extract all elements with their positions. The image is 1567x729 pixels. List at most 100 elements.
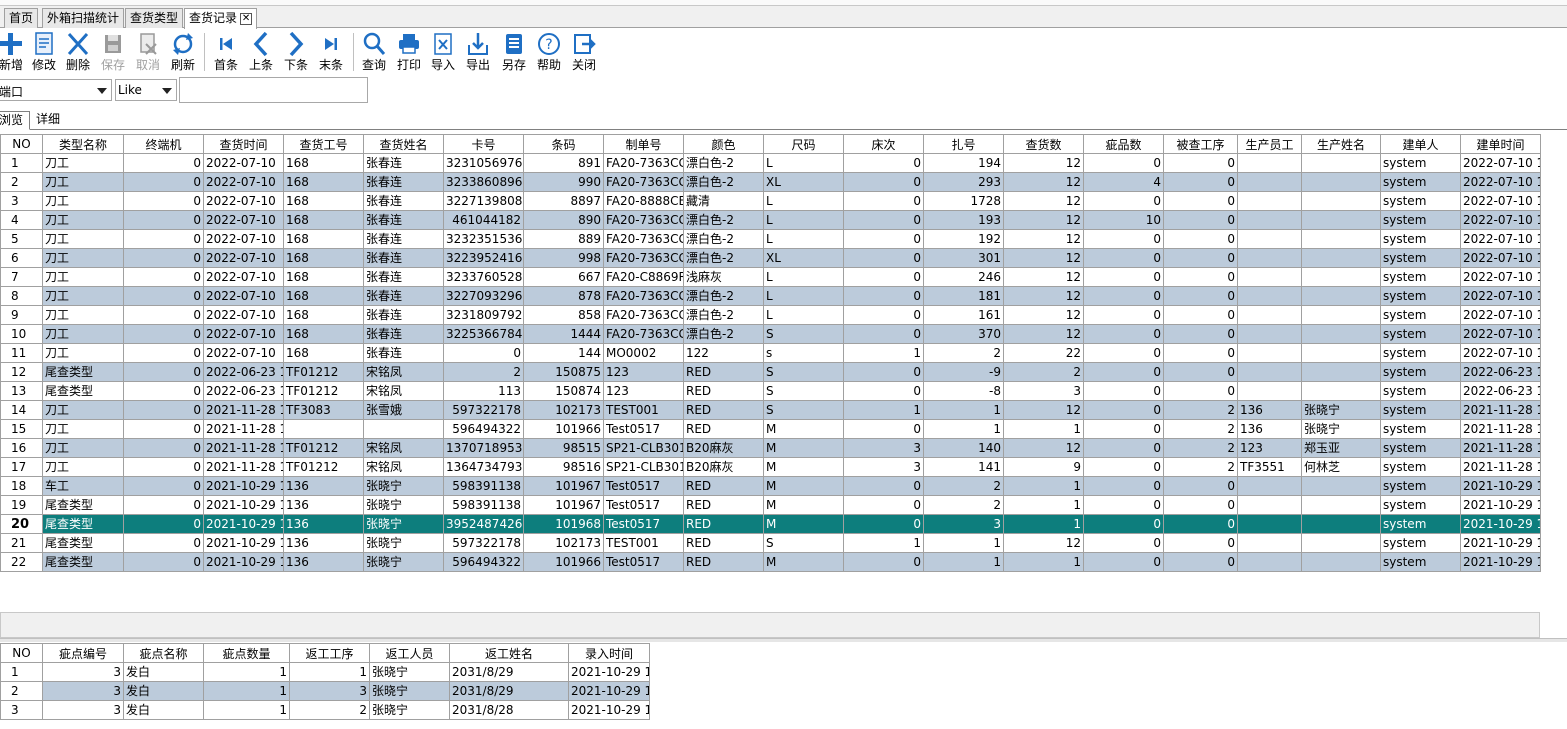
table-cell[interactable]: S [763,362,844,382]
table-cell[interactable]: 漂白色-2 [683,324,764,344]
table-cell[interactable]: XL [763,172,844,192]
table-cell[interactable]: 刀工 [42,229,124,249]
table-cell[interactable]: 1 [1003,495,1084,515]
table-cell[interactable]: system [1380,495,1461,515]
table-cell[interactable]: 596494322 [443,552,524,572]
table-cell[interactable]: RED [683,552,764,572]
table-cell[interactable]: 0 [843,153,924,173]
column-header[interactable]: 被查工序 [1163,134,1238,154]
table-cell[interactable]: FA20-7363CG [603,210,684,230]
table-cell[interactable]: 0 [1083,267,1164,287]
table-cell[interactable]: S [763,324,844,344]
table-cell[interactable]: SP21-CLB301- [603,457,684,477]
table-cell[interactable]: TEST001 [603,400,684,420]
table-cell[interactable]: 0 [123,172,204,192]
table-cell[interactable]: 122 [683,343,764,363]
table-cell[interactable]: 12 [1003,191,1084,211]
table-cell[interactable]: system [1380,381,1461,401]
table-cell[interactable]: 刀工 [42,248,124,268]
table-cell[interactable]: 0 [1083,153,1164,173]
table-cell[interactable]: 123 [603,362,684,382]
table-cell[interactable]: 0 [123,495,204,515]
row-number-cell[interactable]: 14 [0,400,43,420]
column-header[interactable]: 床次 [843,134,924,154]
table-cell[interactable]: 858 [523,305,604,325]
table-cell[interactable]: 123 [1237,438,1302,458]
table-cell[interactable]: 郑玉亚 [1301,438,1381,458]
chevron-down-icon[interactable] [162,88,172,94]
table-cell[interactable]: 2022-07-10 [203,248,284,268]
row-number-cell[interactable]: 6 [0,248,43,268]
table-cell[interactable] [1237,362,1302,382]
table-cell[interactable]: 2 [443,362,524,382]
table-cell[interactable]: 2021-10-29 1 [568,662,650,682]
table-cell[interactable]: 2031/8/29 [449,662,569,682]
table-cell[interactable]: system [1380,457,1461,477]
table-cell[interactable]: 张春连 [363,191,444,211]
table-cell[interactable]: 2022-07-10 1 [1460,172,1541,192]
table-cell[interactable]: 漂白色-2 [683,229,764,249]
add-button[interactable]: 新增 [0,29,28,76]
first-record-button[interactable]: 首条 [209,29,243,76]
table-cell[interactable]: 尾查类型 [42,533,124,553]
table-cell[interactable]: 0 [1083,533,1164,553]
table-cell[interactable]: 2022-07-10 [203,267,284,287]
last-record-button[interactable]: 末条 [314,29,348,76]
table-cell[interactable]: 136 [283,533,364,553]
table-cell[interactable]: SP21-CLB301- [603,438,684,458]
table-cell[interactable]: 尾查类型 [42,362,124,382]
column-header[interactable]: 返工姓名 [449,643,569,663]
table-cell[interactable]: system [1380,552,1461,572]
table-cell[interactable]: 597322178 [443,533,524,553]
table-cell[interactable]: 张春连 [363,324,444,344]
table-cell[interactable]: 0 [1083,229,1164,249]
table-cell[interactable]: 12 [1003,229,1084,249]
row-number-cell[interactable]: 21 [0,533,43,553]
table-cell[interactable] [1237,514,1302,534]
table-cell[interactable]: 2021-10-29 1 [568,681,650,701]
column-header[interactable]: 卡号 [443,134,524,154]
table-cell[interactable]: 0 [1083,324,1164,344]
table-cell[interactable]: S [763,533,844,553]
table-cell[interactable]: RED [683,514,764,534]
table-cell[interactable]: 2022-07-10 [203,210,284,230]
table-row[interactable]: 14 刀工 0 2021-11-28 1 TF3083 张雪娥 597322178 10217… [0,400,1541,420]
table-row[interactable]: 1 刀工 0 2022-07-10 168 张春连 3231056976 891 FA20-73… [0,153,1541,173]
table-cell[interactable] [1301,286,1381,306]
table-cell[interactable]: 194 [923,153,1004,173]
table-cell[interactable]: 596494322 [443,419,524,439]
column-header[interactable]: 返工人员 [369,643,450,663]
table-cell[interactable]: 3 [42,681,124,701]
table-cell[interactable]: 2021-11-28 1 [1460,457,1541,477]
table-cell[interactable]: 0 [123,552,204,572]
table-cell[interactable]: 890 [523,210,604,230]
print-button[interactable]: 打印 [392,29,426,76]
row-number-cell[interactable]: 19 [0,495,43,515]
table-cell[interactable]: 1370718953 [443,438,524,458]
table-cell[interactable]: RED [683,419,764,439]
column-header[interactable]: 查货时间 [203,134,284,154]
table-cell[interactable]: system [1380,286,1461,306]
table-cell[interactable]: 张晓宁 [363,552,444,572]
table-cell[interactable]: 0 [123,419,204,439]
row-number-cell[interactable]: 22 [0,552,43,572]
table-cell[interactable]: 2021-10-29 1 [203,495,284,515]
table-cell[interactable]: 0 [443,343,524,363]
table-cell[interactable]: 2031/8/29 [449,681,569,701]
table-cell[interactable]: 168 [283,305,364,325]
table-cell[interactable]: 0 [843,552,924,572]
table-row[interactable]: 2 刀工 0 2022-07-10 168 张春连 3233860896 990 FA20-73… [0,172,1541,192]
table-cell[interactable]: 张春连 [363,153,444,173]
tab-inspection-type[interactable]: 查货类型 [125,8,184,28]
table-cell[interactable]: 3225366784 [443,324,524,344]
table-cell[interactable]: 张晓宁 [1301,419,1381,439]
table-cell[interactable]: 161 [923,305,1004,325]
column-header[interactable]: 疵点编号 [42,643,124,663]
table-cell[interactable] [1301,343,1381,363]
table-cell[interactable]: 3227139808 [443,191,524,211]
table-cell[interactable]: 张春连 [363,210,444,230]
table-cell[interactable]: 1 [923,400,1004,420]
table-cell[interactable]: 9 [1003,457,1084,477]
table-cell[interactable]: 1 [1003,514,1084,534]
table-cell[interactable]: 张晓宁 [363,533,444,553]
